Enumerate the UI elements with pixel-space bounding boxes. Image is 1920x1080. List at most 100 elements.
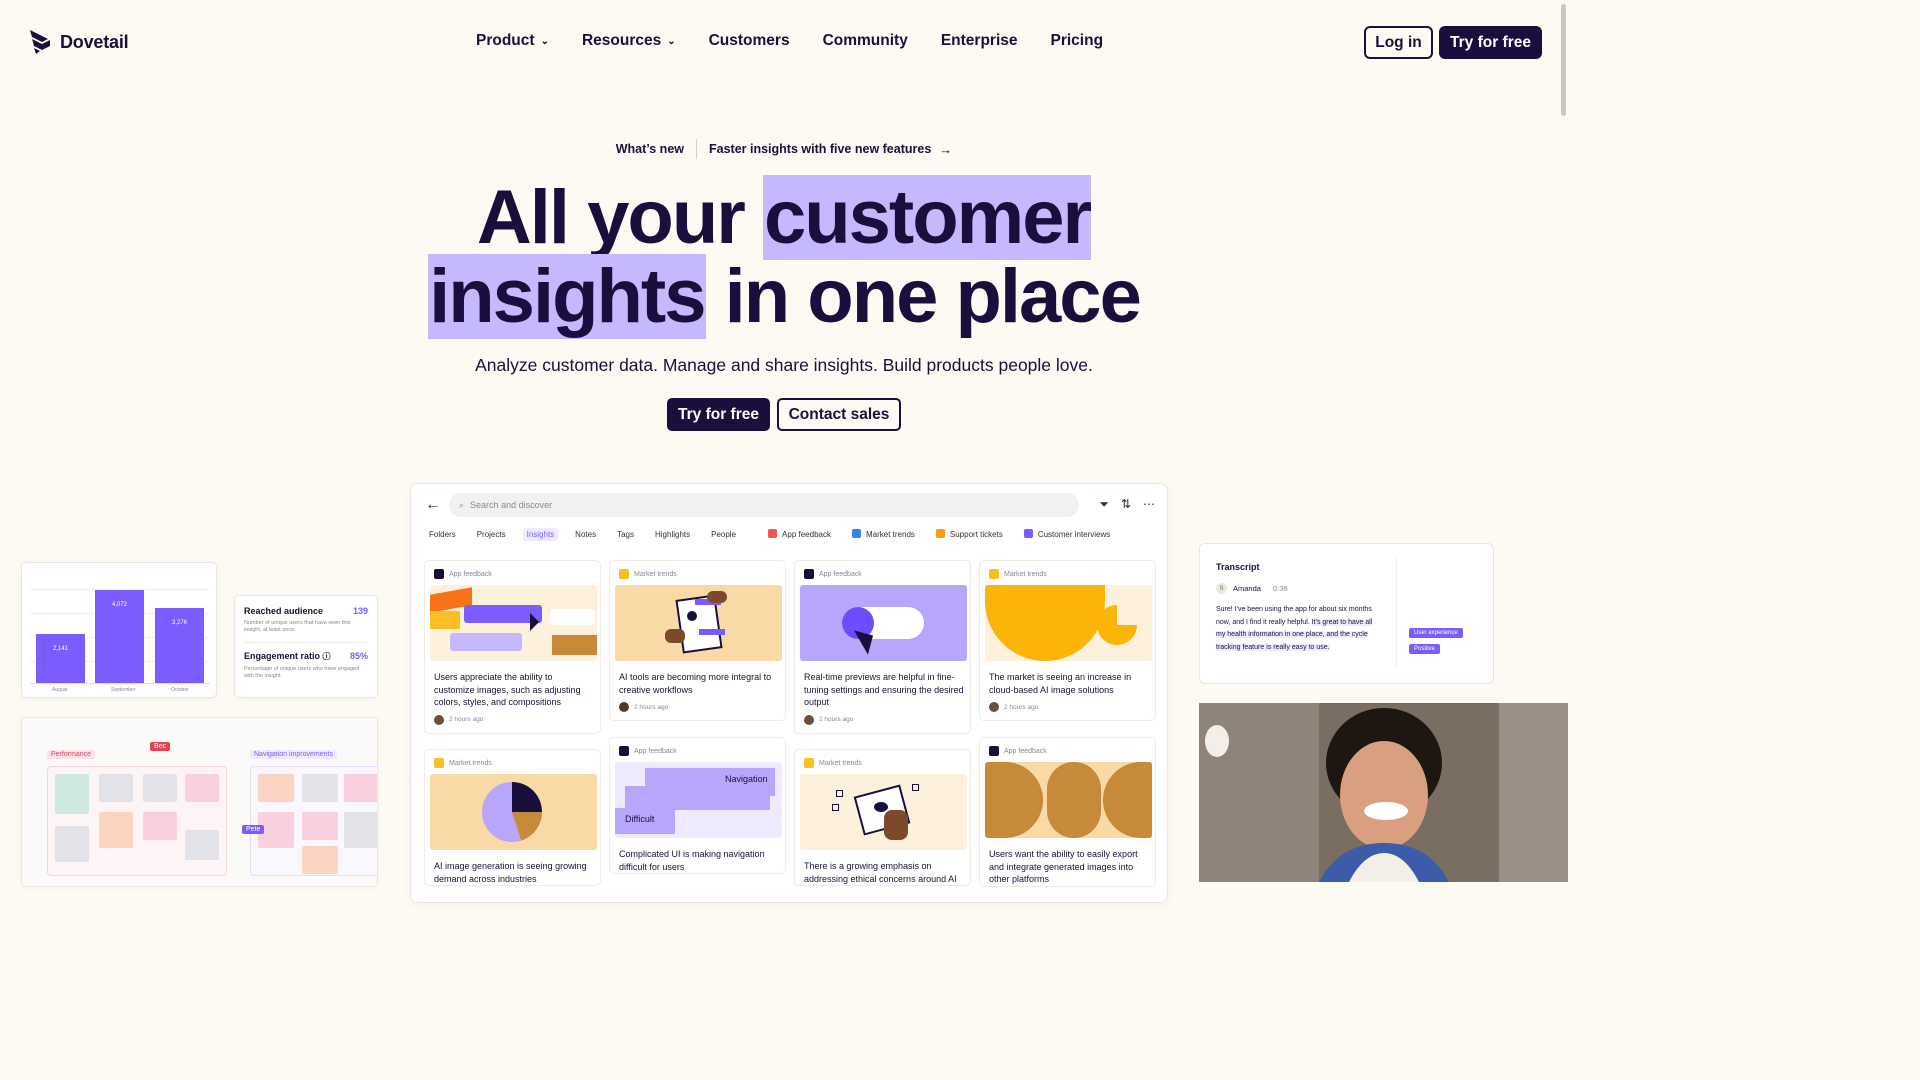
tag-chip-positive[interactable]: Positive bbox=[1409, 644, 1441, 654]
page-scrollbar[interactable] bbox=[1561, 4, 1566, 116]
market-trends-icon bbox=[434, 758, 444, 768]
chart-x-label: September bbox=[111, 687, 136, 693]
brand-logo[interactable]: Dovetail bbox=[28, 29, 129, 55]
insight-card[interactable]: Market trends The market is seeing an in… bbox=[979, 560, 1156, 721]
board-tag-performance: Performance bbox=[47, 750, 96, 759]
board-tag-navigation: Navigation improvements bbox=[250, 750, 337, 759]
customer-video-thumbnail[interactable] bbox=[1199, 703, 1568, 882]
market-trends-icon bbox=[804, 758, 814, 768]
card-illustration bbox=[430, 774, 597, 850]
try-free-nav-button[interactable]: Try for free bbox=[1439, 26, 1542, 59]
more-icon[interactable]: ⋯ bbox=[1143, 497, 1155, 512]
card-title: The market is seeing an increase in clou… bbox=[989, 672, 1132, 695]
market-trends-icon bbox=[989, 569, 999, 579]
market-trends-icon bbox=[619, 569, 629, 579]
menu-pricing[interactable]: Pricing bbox=[1051, 32, 1104, 50]
hero-title-line-1: All your customer bbox=[0, 175, 1568, 260]
metric-description: Number of unique users that have seen th… bbox=[244, 620, 351, 633]
tab-highlights[interactable]: Highlights bbox=[651, 528, 694, 541]
affinity-board-panel: Performance Navigation improvements Bec … bbox=[21, 717, 378, 887]
insight-card[interactable]: Market trends AI tools are becoming more… bbox=[609, 560, 786, 721]
tab-people[interactable]: People bbox=[707, 528, 740, 541]
insight-card[interactable]: App feedback Users want the ability to e… bbox=[979, 737, 1156, 887]
avatar bbox=[804, 714, 814, 725]
toolbar-icons: ⏷ ⇅ ⋯ bbox=[1099, 497, 1155, 512]
chart-bar: 3,276 bbox=[155, 608, 204, 683]
metric-title: Engagement ratio bbox=[244, 651, 321, 661]
dovetail-logo-icon bbox=[30, 30, 50, 54]
metric-reached: Reached audience 139 bbox=[244, 606, 368, 616]
card-meta: 2 hours ago bbox=[985, 702, 1150, 720]
filter-icon[interactable]: ⏷ bbox=[1099, 497, 1109, 512]
tag-chip-user-experience[interactable]: User experience bbox=[1409, 628, 1463, 638]
card-source: App feedback bbox=[430, 569, 595, 579]
try-free-button[interactable]: Try for free bbox=[667, 398, 770, 431]
announcement-label: What’s new bbox=[615, 142, 684, 156]
search-placeholder: Search and discover bbox=[470, 500, 553, 510]
menu-enterprise[interactable]: Enterprise bbox=[941, 32, 1018, 50]
tab-folders[interactable]: Folders bbox=[425, 528, 460, 541]
source-label: Support tickets bbox=[949, 530, 1003, 539]
app-feedback-icon bbox=[804, 569, 814, 579]
card-source: App feedback bbox=[985, 746, 1150, 756]
announcement-divider bbox=[696, 139, 697, 159]
source-market-trends[interactable]: Market trends bbox=[848, 527, 919, 541]
card-time: 2 hours ago bbox=[1004, 703, 1039, 711]
source-support-tickets[interactable]: Support tickets bbox=[932, 527, 1007, 541]
insight-card[interactable]: App feedback Users appreciate the abilit… bbox=[424, 560, 601, 734]
menu-product-label: Product bbox=[476, 32, 535, 49]
market-trends-icon bbox=[851, 529, 861, 538]
card-title: There is a growing emphasis on addressin… bbox=[804, 861, 957, 884]
back-arrow-icon[interactable]: ← bbox=[425, 496, 449, 514]
card-source: Market trends bbox=[800, 758, 965, 768]
metric-value: 85% bbox=[349, 651, 368, 661]
app-feedback-icon bbox=[989, 746, 999, 756]
card-title: Real-time previews are helpful in fine-t… bbox=[804, 672, 964, 707]
tab-insights[interactable]: Insights bbox=[522, 527, 559, 541]
app-feedback-icon bbox=[768, 529, 778, 538]
brand-name: Dovetail bbox=[60, 31, 129, 52]
insights-app-mock: ← ⌕ Search and discover ⏷ ⇅ ⋯ Folders Pr… bbox=[410, 483, 1168, 903]
login-button[interactable]: Log in bbox=[1364, 26, 1433, 59]
customer-interviews-icon bbox=[1023, 529, 1033, 538]
info-icon[interactable]: ⓘ bbox=[323, 652, 331, 661]
hero-title-part: in one place bbox=[705, 254, 1142, 339]
menu-resources[interactable]: Resources ⌄ bbox=[582, 32, 676, 50]
search-input[interactable]: ⌕ Search and discover bbox=[449, 493, 1079, 517]
transcript-speaker: S Amanda 0:36 bbox=[1216, 583, 1288, 594]
insight-card[interactable]: App feedback Real-time previews are help… bbox=[794, 560, 971, 734]
contact-sales-button[interactable]: Contact sales bbox=[777, 398, 901, 431]
announcement-text: Faster insights with five new features bbox=[709, 142, 932, 156]
speaker-name: Amanda bbox=[1233, 584, 1261, 593]
illustration-label-navigation: Navigation bbox=[725, 774, 768, 784]
menu-community-label: Community bbox=[822, 32, 908, 49]
card-source: Market trends bbox=[430, 758, 595, 768]
chart-x-label: October bbox=[171, 687, 189, 693]
app-feedback-icon bbox=[434, 569, 444, 579]
insight-card[interactable]: Market trends AI image generation is see… bbox=[424, 749, 601, 886]
announcement-banner[interactable]: What’s new Faster insights with five new… bbox=[0, 139, 1568, 159]
card-source: App feedback bbox=[800, 569, 965, 579]
tab-tags[interactable]: Tags bbox=[613, 528, 638, 541]
chart-bar: 4,072 bbox=[95, 590, 144, 683]
card-source-label: Market trends bbox=[819, 759, 862, 767]
card-time: 2 hours ago bbox=[449, 716, 484, 723]
card-title: Complicated UI is making navigation diff… bbox=[619, 849, 765, 872]
app-toolbar: ← ⌕ Search and discover ⏷ ⇅ ⋯ bbox=[425, 493, 1155, 517]
tab-projects[interactable]: Projects bbox=[473, 528, 510, 541]
insight-card[interactable]: App feedback Navigation Difficult Compli… bbox=[609, 737, 786, 874]
card-illustration bbox=[985, 585, 1152, 661]
card-source: Market trends bbox=[615, 569, 780, 579]
menu-product[interactable]: Product ⌄ bbox=[476, 32, 549, 50]
source-app-feedback[interactable]: App feedback bbox=[764, 527, 835, 541]
tab-notes[interactable]: Notes bbox=[571, 528, 600, 541]
menu-customers[interactable]: Customers bbox=[709, 32, 790, 50]
chart-bar: 2,141 bbox=[36, 634, 85, 683]
menu-community[interactable]: Community bbox=[823, 32, 908, 50]
app-feedback-icon bbox=[619, 746, 629, 756]
card-illustration bbox=[985, 762, 1152, 838]
sort-icon[interactable]: ⇅ bbox=[1121, 497, 1131, 512]
source-label: App feedback bbox=[782, 530, 831, 539]
source-customer-interviews[interactable]: Customer interviews bbox=[1020, 527, 1114, 541]
insight-card[interactable]: Market trends There is a growing emphasi… bbox=[794, 749, 971, 886]
